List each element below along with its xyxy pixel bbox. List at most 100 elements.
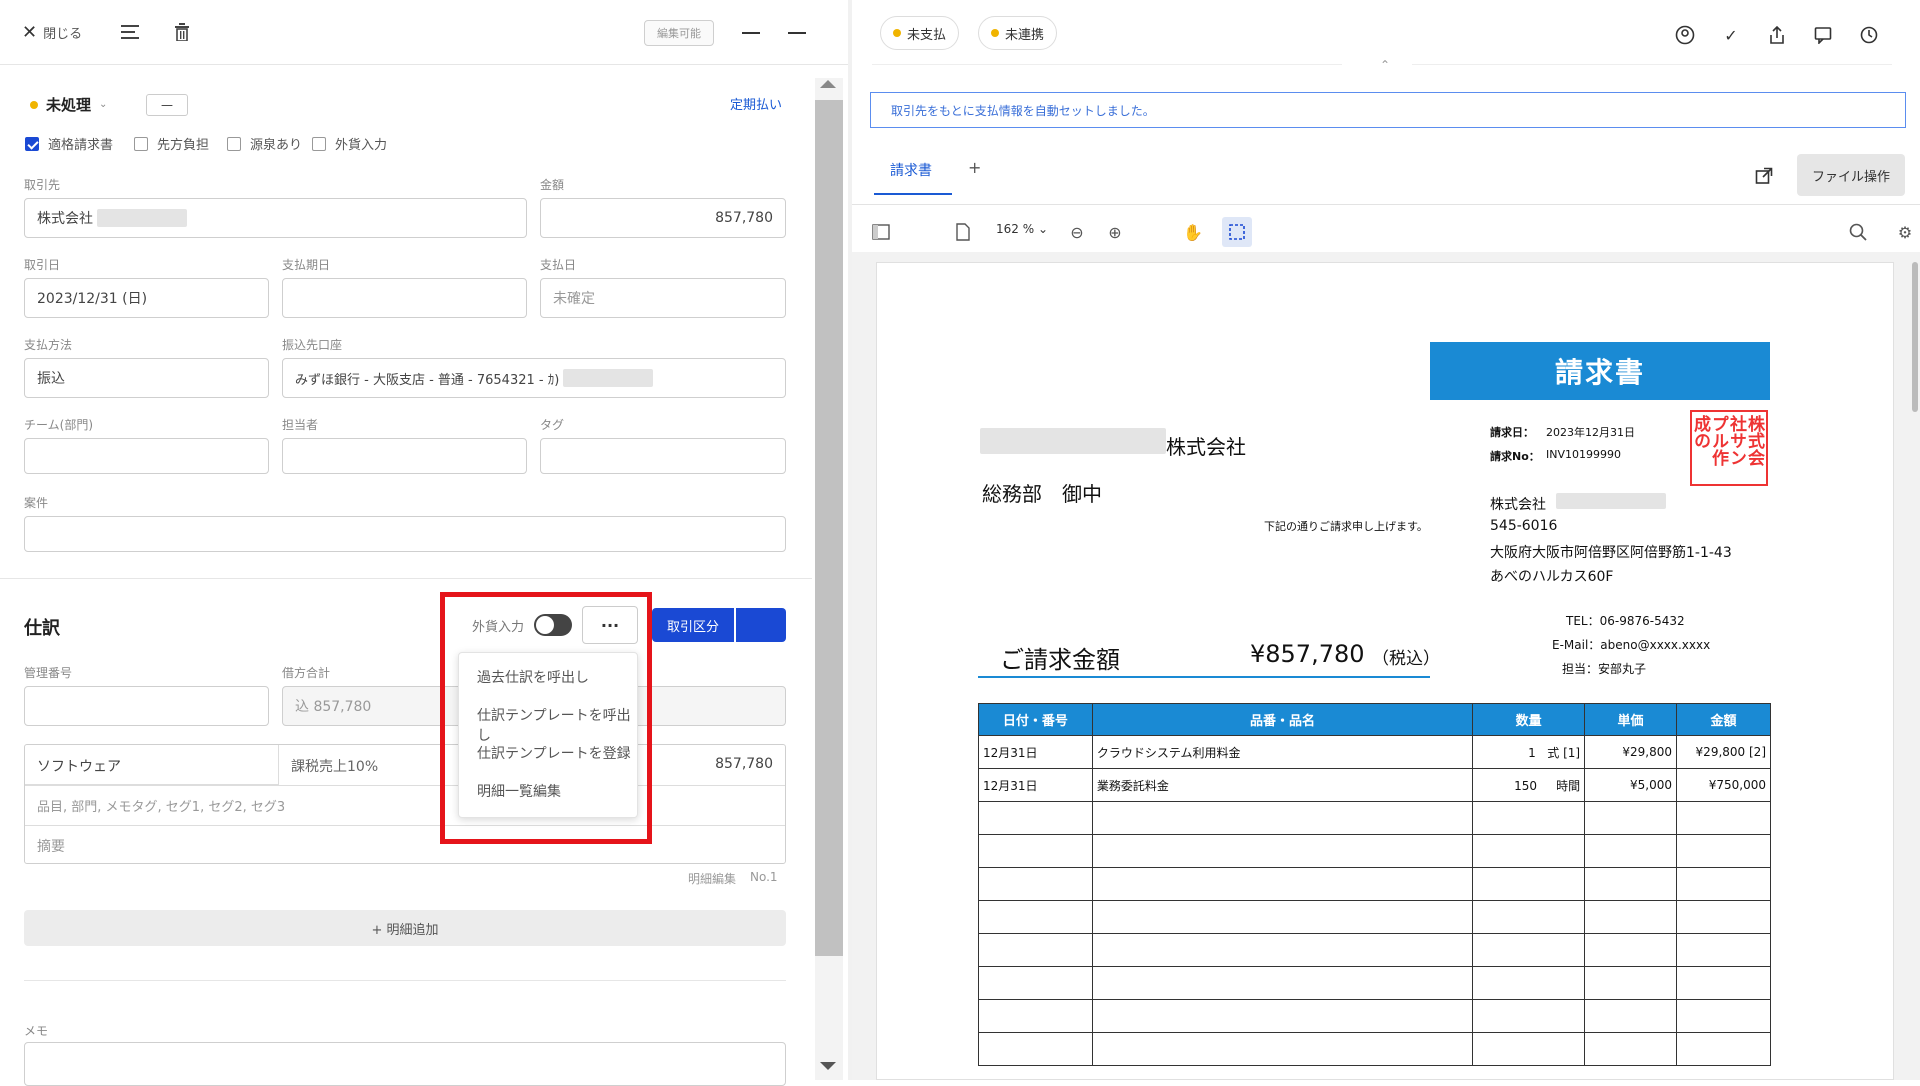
share-icon[interactable] <box>1764 22 1790 48</box>
redacted-text <box>97 209 187 227</box>
redacted-sender <box>1556 493 1666 509</box>
txn-type-dropdown-button[interactable] <box>736 608 786 642</box>
total-value: ¥857,780 <box>1250 640 1365 668</box>
payer-bears-label: 先方負担 <box>157 138 210 153</box>
status-label: 未処理 <box>46 96 92 114</box>
scroll-down-icon[interactable] <box>820 1062 836 1070</box>
page-icon[interactable] <box>952 221 974 243</box>
minimize-icon[interactable] <box>742 32 760 34</box>
collapse-icon[interactable] <box>788 32 806 34</box>
journal-title: 仕訳 <box>24 618 60 639</box>
comment-icon[interactable] <box>1810 22 1836 48</box>
table-row <box>978 867 1771 901</box>
add-line-button[interactable]: + 明細追加 <box>24 910 786 946</box>
due-date-field[interactable] <box>282 278 527 318</box>
table-row <box>978 933 1771 967</box>
project-field[interactable] <box>24 516 786 552</box>
invoice-no-label: 請求No： <box>1490 450 1540 463</box>
line-item: ソフトウェア 課税売上10% 857,780 品目, 部門, メモタグ, セグ1… <box>24 744 786 864</box>
total-label: ご請求金額 <box>1000 646 1120 674</box>
recipient-dept: 総務部 御中 <box>982 482 1102 506</box>
settings-gear-icon[interactable]: ⚙ <box>1894 221 1916 243</box>
search-icon[interactable] <box>1847 221 1869 243</box>
scroll-thumb[interactable] <box>815 100 843 956</box>
line-detail-input[interactable]: 品目, 部門, メモタグ, セグ1, セグ2, セグ3 <box>37 796 285 815</box>
pay-date-field[interactable]: 未確定 <box>540 278 786 318</box>
zoom-out-icon[interactable]: ⊖ <box>1066 221 1088 243</box>
tab-add[interactable]: + <box>968 158 981 177</box>
close-icon: ✕ <box>22 21 38 43</box>
scroll-up-icon[interactable] <box>820 80 836 88</box>
select-tool-icon[interactable] <box>1222 217 1252 247</box>
foreign-currency-checkbox[interactable] <box>312 137 326 151</box>
table-row <box>978 834 1771 868</box>
bank-label: 振込先口座 <box>282 338 343 352</box>
trash-icon[interactable] <box>170 20 194 44</box>
invoice-no-value: INV10199990 <box>1546 448 1621 461</box>
memo-field[interactable] <box>24 1042 786 1086</box>
line-memo-input[interactable]: 摘要 <box>37 836 65 856</box>
invoice-items-table: 日付・番号 品番・品名 数量 単価 金額 12月31日 クラウドシステム利用料金… <box>978 703 1771 1066</box>
tax-field[interactable]: 課税売上10% <box>291 756 378 776</box>
team-label: チーム(部門) <box>24 418 94 432</box>
close-button[interactable]: ✕ 閉じる <box>22 20 82 44</box>
sender-tel: TEL：06-9876-5432 <box>1566 614 1685 628</box>
tag-field[interactable] <box>540 438 786 474</box>
owner-field[interactable] <box>282 438 527 474</box>
table-row <box>978 999 1771 1033</box>
check-icon[interactable]: ✓ <box>1718 22 1744 48</box>
edit-badge: 編集可能 <box>644 20 714 46</box>
table-row: 12月31日 業務委託料金 150 時間 ¥5,000 ¥750,000 <box>978 768 1771 802</box>
line-amount-field[interactable]: 857,780 <box>715 756 773 772</box>
bank-field[interactable]: みずほ銀行 - 大阪支店 - 普通 - 7654321 - ｶ) <box>282 358 786 398</box>
status-dropdown[interactable]: 未処理 ⌄ <box>30 94 107 115</box>
tab-invoice[interactable]: 請求書 <box>890 160 932 180</box>
sender-email: E-Mail：abeno@xxxx.xxxx <box>1552 638 1711 652</box>
partner-field[interactable]: 株式会社 <box>24 198 527 238</box>
sender-postal: 545-6016 <box>1490 518 1558 534</box>
sidebar-toggle-icon[interactable] <box>870 221 892 243</box>
open-external-icon[interactable] <box>1752 164 1776 188</box>
txn-type-button[interactable]: 取引区分 <box>652 608 734 642</box>
mgmt-no-field[interactable] <box>24 686 269 726</box>
recurring-link[interactable]: 定期払い <box>730 94 782 113</box>
payer-bears-checkbox[interactable] <box>134 137 148 151</box>
qualified-invoice-label: 適格請求書 <box>48 138 114 153</box>
file-ops-button[interactable]: ファイル操作 <box>1797 154 1905 196</box>
invoice-date-value: 2023年12月31日 <box>1546 426 1635 439</box>
pay-date-label: 支払日 <box>540 258 577 272</box>
txn-date-field[interactable]: 2023/12/31 (日) <box>24 278 269 318</box>
user-circle-icon[interactable] <box>1672 22 1698 48</box>
pill-unlinked[interactable]: 未連携 <box>978 16 1058 50</box>
zoom-select[interactable]: 162 % ⌄ <box>996 222 1048 236</box>
method-label: 支払方法 <box>24 338 73 352</box>
total-underline <box>978 676 1430 678</box>
collapse-chevron-icon[interactable]: ⌃ <box>1380 58 1390 72</box>
hand-tool-icon[interactable]: ✋ <box>1182 221 1204 243</box>
pdf-scrollbar-thumb[interactable] <box>1912 262 1918 412</box>
table-row <box>978 966 1771 1000</box>
zoom-in-icon[interactable]: ⊕ <box>1104 221 1126 243</box>
journal-edit-pane: ✕ 閉じる 編集可能 未処理 ⌄ — 定期払い 適格請求書 先方負担 源泉あり … <box>0 0 860 1086</box>
col-amount: 金額 <box>1676 703 1771 736</box>
method-field[interactable]: 振込 <box>24 358 269 398</box>
tag-label: タグ <box>540 418 565 432</box>
table-row <box>978 1032 1771 1066</box>
amount-label: 金額 <box>540 178 565 192</box>
team-field[interactable] <box>24 438 269 474</box>
tab-invoice-underline <box>874 193 952 195</box>
line-number: No.1 <box>750 870 778 884</box>
sender-person: 担当：安部丸子 <box>1562 662 1647 676</box>
status-dash-field[interactable]: — <box>146 94 188 116</box>
line-edit-link[interactable]: 明細編集 <box>688 870 736 887</box>
account-field[interactable]: ソフトウェア <box>37 756 121 776</box>
table-row <box>978 900 1771 934</box>
qualified-invoice-checkbox[interactable] <box>25 137 39 151</box>
clock-icon[interactable] <box>1856 22 1882 48</box>
pill-unpaid[interactable]: 未支払 <box>880 16 960 50</box>
invoice-date-label: 請求日： <box>1490 426 1534 439</box>
info-banner: 取引先をもとに支払情報を自動セットしました。 <box>870 92 1906 128</box>
withholding-checkbox[interactable] <box>227 137 241 151</box>
menu-lines-icon[interactable] <box>118 20 142 44</box>
amount-field[interactable]: 857,780 <box>540 198 786 238</box>
